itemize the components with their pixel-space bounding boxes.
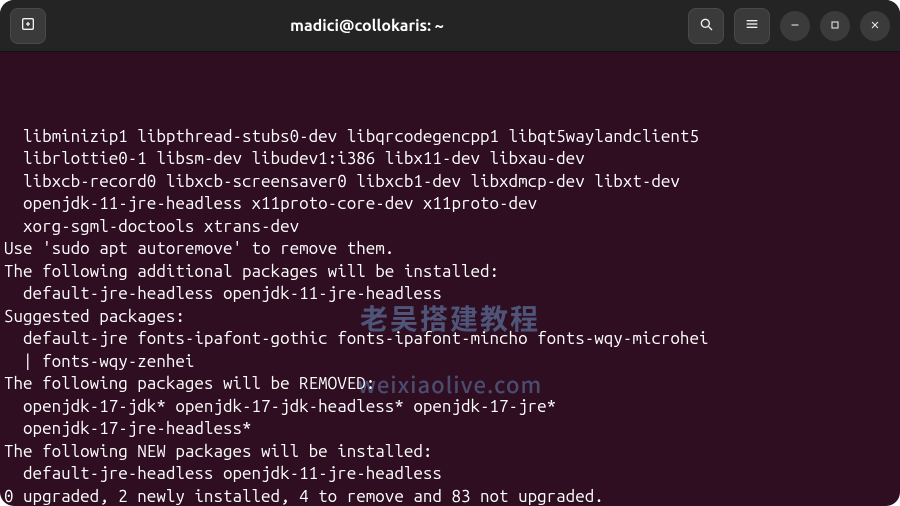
titlebar-left xyxy=(10,8,46,44)
terminal-output: libminizip1 libpthread-stubs0-dev libqrc… xyxy=(4,126,896,506)
hamburger-icon xyxy=(744,16,760,36)
titlebar: madici@collokaris: ~ xyxy=(0,0,900,52)
terminal-line: The following additional packages will b… xyxy=(4,261,896,284)
minimize-button[interactable] xyxy=(780,11,810,41)
maximize-button[interactable] xyxy=(820,11,850,41)
terminal-line: openjdk-17-jdk* openjdk-17-jdk-headless*… xyxy=(4,396,896,419)
terminal-line: libminizip1 libpthread-stubs0-dev libqrc… xyxy=(4,126,896,149)
window-title: madici@collokaris: ~ xyxy=(54,17,680,35)
terminal-line: default-jre-headless openjdk-11-jre-head… xyxy=(4,283,896,306)
terminal-line: default-jre-headless openjdk-11-jre-head… xyxy=(4,463,896,486)
terminal-line: libxcb-record0 libxcb-screensaver0 libxc… xyxy=(4,171,896,194)
minimize-icon xyxy=(789,17,801,35)
new-tab-button[interactable] xyxy=(10,8,46,44)
terminal-line: 0 upgraded, 2 newly installed, 4 to remo… xyxy=(4,486,896,506)
new-tab-icon xyxy=(20,16,36,36)
terminal-line: openjdk-11-jre-headless x11proto-core-de… xyxy=(4,193,896,216)
maximize-icon xyxy=(829,17,841,35)
menu-button[interactable] xyxy=(734,8,770,44)
terminal-line: librlottie0-1 libsm-dev libudev1:i386 li… xyxy=(4,148,896,171)
close-icon xyxy=(869,17,881,35)
search-icon xyxy=(698,16,714,36)
search-button[interactable] xyxy=(688,8,724,44)
terminal-line: default-jre fonts-ipafont-gothic fonts-i… xyxy=(4,328,896,351)
terminal-line: Use 'sudo apt autoremove' to remove them… xyxy=(4,238,896,261)
close-button[interactable] xyxy=(860,11,890,41)
terminal-window: madici@collokaris: ~ xyxy=(0,0,900,506)
terminal-line: openjdk-17-jre-headless* xyxy=(4,418,896,441)
terminal-line: The following NEW packages will be insta… xyxy=(4,441,896,464)
terminal-line: | fonts-wqy-zenhei xyxy=(4,351,896,374)
terminal-line: The following packages will be REMOVED: xyxy=(4,373,896,396)
terminal-body[interactable]: 老吴搭建教程 weixiaolive.com libminizip1 libpt… xyxy=(0,52,900,506)
terminal-line: xorg-sgml-doctools xtrans-dev xyxy=(4,216,896,239)
titlebar-right xyxy=(688,8,890,44)
terminal-line: Suggested packages: xyxy=(4,306,896,329)
